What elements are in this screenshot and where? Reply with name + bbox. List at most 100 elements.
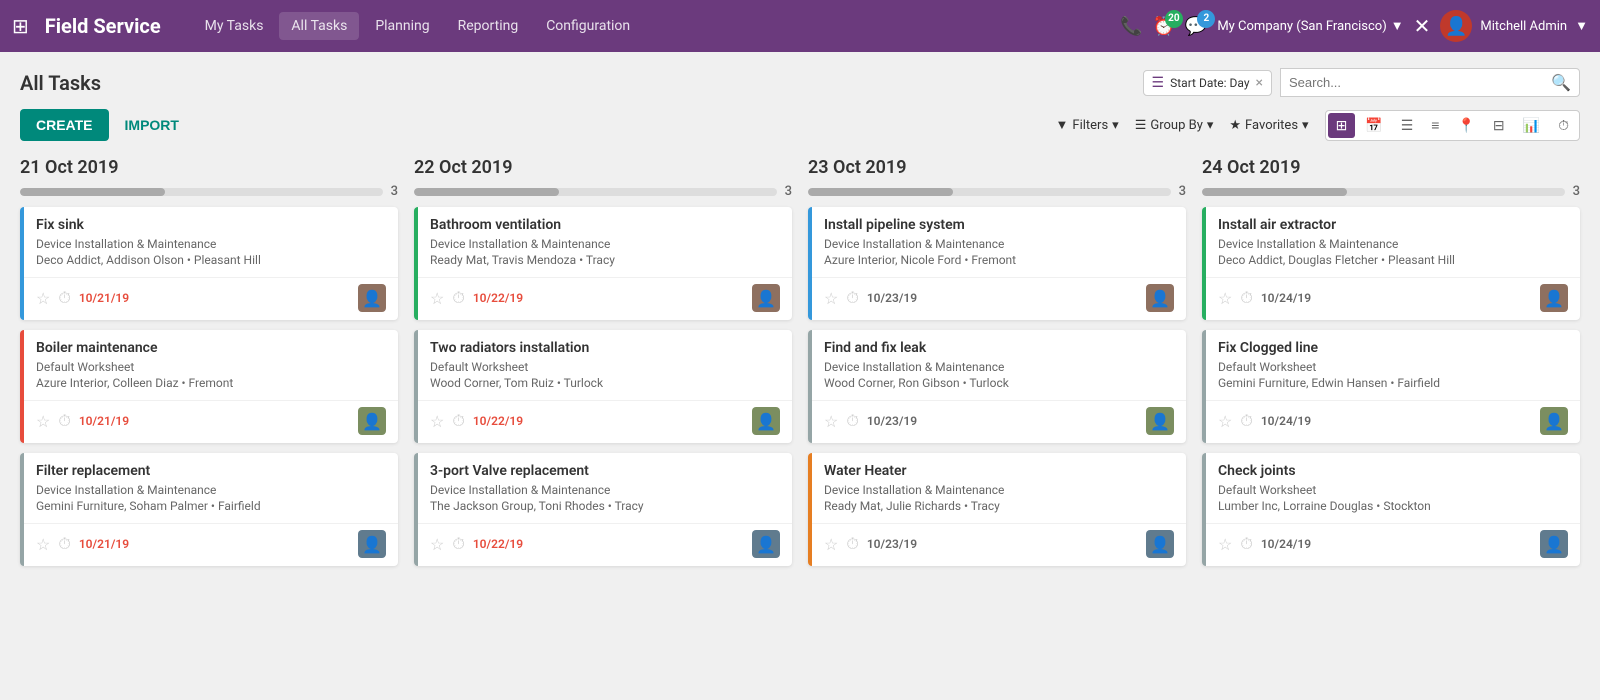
favorites-dropdown-icon: ▾ (1302, 118, 1309, 133)
kanban-card-2-0[interactable]: Install pipeline systemDevice Installati… (808, 207, 1186, 320)
card-subtitle-2-2: Device Installation & Maintenance (824, 483, 1174, 497)
kanban-card-0-2[interactable]: Filter replacementDevice Installation & … (20, 453, 398, 566)
nav-planning[interactable]: Planning (363, 12, 441, 40)
top-navigation: ⊞ Field Service My Tasks All Tasks Plann… (0, 0, 1600, 52)
col-progress-fill-0 (20, 188, 165, 196)
card-clock-icon-0-1[interactable]: ⏱ (58, 411, 70, 431)
kanban-view-button[interactable]: ⊞ (1328, 113, 1356, 138)
card-star-icon-3-0[interactable]: ☆ (1218, 289, 1232, 308)
card-subtitle-3-2: Default Worksheet (1218, 483, 1568, 497)
kanban-card-2-2[interactable]: Water HeaterDevice Installation & Mainte… (808, 453, 1186, 566)
groupby-button[interactable]: ☰ Group By ▾ (1135, 118, 1214, 133)
card-star-icon-3-1[interactable]: ☆ (1218, 412, 1232, 431)
card-star-icon-0-0[interactable]: ☆ (36, 289, 50, 308)
kanban-card-2-1[interactable]: Find and fix leakDevice Installation & M… (808, 330, 1186, 443)
card-clock-icon-3-1[interactable]: ⏱ (1240, 411, 1252, 431)
card-star-icon-2-1[interactable]: ☆ (824, 412, 838, 431)
grid-icon[interactable]: ⊞ (12, 14, 29, 38)
card-clock-icon-0-0[interactable]: ⏱ (58, 288, 70, 308)
card-clock-icon-2-0[interactable]: ⏱ (846, 288, 858, 308)
card-clock-icon-2-1[interactable]: ⏱ (846, 411, 858, 431)
card-star-icon-1-2[interactable]: ☆ (430, 535, 444, 554)
search-input[interactable] (1289, 75, 1551, 90)
notifications-button[interactable]: ⏰ 20 (1152, 16, 1174, 37)
filters-button[interactable]: ▼ Filters ▾ (1056, 117, 1119, 133)
card-meta-0-1: Azure Interior, Colleen Diaz • Fremont (36, 376, 386, 390)
card-avatar-0-1: 👤 (358, 407, 386, 435)
card-title-1-0: Bathroom ventilation (430, 217, 780, 233)
card-footer-left-2-0: ☆⏱10/23/19 (824, 288, 917, 308)
map-view-button[interactable]: 📍 (1449, 113, 1482, 138)
card-body-2-1: Find and fix leakDevice Installation & M… (812, 330, 1186, 400)
groupby-label: Group By (1150, 118, 1203, 133)
create-button[interactable]: CREATE (20, 109, 109, 141)
groupby-dropdown-icon: ▾ (1207, 118, 1214, 133)
card-avatar-1-1: 👤 (752, 407, 780, 435)
card-subtitle-0-1: Default Worksheet (36, 360, 386, 374)
card-clock-icon-1-1[interactable]: ⏱ (452, 411, 464, 431)
search-icon[interactable]: 🔍 (1551, 73, 1571, 92)
card-body-3-2: Check jointsDefault WorksheetLumber Inc,… (1206, 453, 1580, 523)
nav-configuration[interactable]: Configuration (534, 12, 642, 40)
card-avatar-1-0: 👤 (752, 284, 780, 312)
card-clock-icon-1-0[interactable]: ⏱ (452, 288, 464, 308)
close-button[interactable]: ✕ (1414, 14, 1431, 38)
kanban-card-0-0[interactable]: Fix sinkDevice Installation & Maintenanc… (20, 207, 398, 320)
page-title: All Tasks (20, 71, 101, 95)
kanban-card-1-2[interactable]: 3-port Valve replacementDevice Installat… (414, 453, 792, 566)
card-avatar-3-1: 👤 (1540, 407, 1568, 435)
card-footer-left-0-0: ☆ ⏱ 10/21/19 (36, 288, 129, 308)
kanban-card-1-0[interactable]: Bathroom ventilationDevice Installation … (414, 207, 792, 320)
card-subtitle-0-2: Device Installation & Maintenance (36, 483, 386, 497)
card-footer-left-3-2: ☆⏱10/24/19 (1218, 534, 1311, 554)
card-star-icon-0-1[interactable]: ☆ (36, 412, 50, 431)
pivot-view-button[interactable]: ⊟ (1485, 113, 1513, 138)
phone-button[interactable]: 📞 (1120, 16, 1142, 37)
col-progress-bar-3 (1202, 188, 1565, 196)
kanban-card-3-1[interactable]: Fix Clogged lineDefault WorksheetGemini … (1202, 330, 1580, 443)
card-date-0-0: 10/21/19 (79, 291, 129, 305)
card-footer-3-0: ☆⏱10/24/19👤 (1206, 277, 1580, 320)
kanban-card-1-1[interactable]: Two radiators installationDefault Worksh… (414, 330, 792, 443)
nav-all-tasks[interactable]: All Tasks (279, 12, 359, 40)
company-selector[interactable]: My Company (San Francisco) ▼ (1217, 18, 1403, 34)
kanban-card-3-2[interactable]: Check jointsDefault WorksheetLumber Inc,… (1202, 453, 1580, 566)
favorites-button[interactable]: ★ Favorites ▾ (1229, 118, 1308, 133)
card-footer-left-2-2: ☆⏱10/23/19 (824, 534, 917, 554)
card-footer-1-2: ☆⏱10/22/19👤 (418, 523, 792, 566)
search-filter-tag[interactable]: ☰ Start Date: Day × (1143, 70, 1272, 96)
card-body-3-0: Install air extractorDevice Installation… (1206, 207, 1580, 277)
col-progress-fill-1 (414, 188, 559, 196)
card-footer-1-0: ☆⏱10/22/19👤 (418, 277, 792, 320)
kanban-card-3-0[interactable]: Install air extractorDevice Installation… (1202, 207, 1580, 320)
card-subtitle-2-0: Device Installation & Maintenance (824, 237, 1174, 251)
card-star-icon-0-2[interactable]: ☆ (36, 535, 50, 554)
card-star-icon-2-0[interactable]: ☆ (824, 289, 838, 308)
card-subtitle-3-1: Default Worksheet (1218, 360, 1568, 374)
import-button[interactable]: IMPORT (117, 109, 187, 141)
card-star-icon-2-2[interactable]: ☆ (824, 535, 838, 554)
card-title-3-2: Check joints (1218, 463, 1568, 479)
card-avatar-1-2: 👤 (752, 530, 780, 558)
chart-view-button[interactable]: 📊 (1515, 113, 1548, 138)
card-clock-icon-1-2[interactable]: ⏱ (452, 534, 464, 554)
card-star-icon-1-0[interactable]: ☆ (430, 289, 444, 308)
user-menu[interactable]: 👤 Mitchell Admin ▼ (1440, 10, 1588, 42)
table-view-button[interactable]: ≡ (1423, 113, 1447, 137)
messages-button[interactable]: 💬 2 (1185, 16, 1207, 37)
card-clock-icon-0-2[interactable]: ⏱ (58, 534, 70, 554)
card-star-icon-3-2[interactable]: ☆ (1218, 535, 1232, 554)
nav-my-tasks[interactable]: My Tasks (193, 12, 276, 40)
activity-view-button[interactable]: ⏱ (1550, 113, 1577, 138)
card-avatar-0-2: 👤 (358, 530, 386, 558)
nav-reporting[interactable]: Reporting (446, 12, 531, 40)
filter-tag-close-button[interactable]: × (1256, 75, 1263, 91)
list-view-button[interactable]: ☰ (1393, 113, 1422, 138)
calendar-view-button[interactable]: 📅 (1357, 113, 1390, 138)
card-star-icon-1-1[interactable]: ☆ (430, 412, 444, 431)
card-subtitle-2-1: Device Installation & Maintenance (824, 360, 1174, 374)
kanban-card-0-1[interactable]: Boiler maintenanceDefault WorksheetAzure… (20, 330, 398, 443)
card-clock-icon-3-0[interactable]: ⏱ (1240, 288, 1252, 308)
card-clock-icon-2-2[interactable]: ⏱ (846, 534, 858, 554)
card-clock-icon-3-2[interactable]: ⏱ (1240, 534, 1252, 554)
